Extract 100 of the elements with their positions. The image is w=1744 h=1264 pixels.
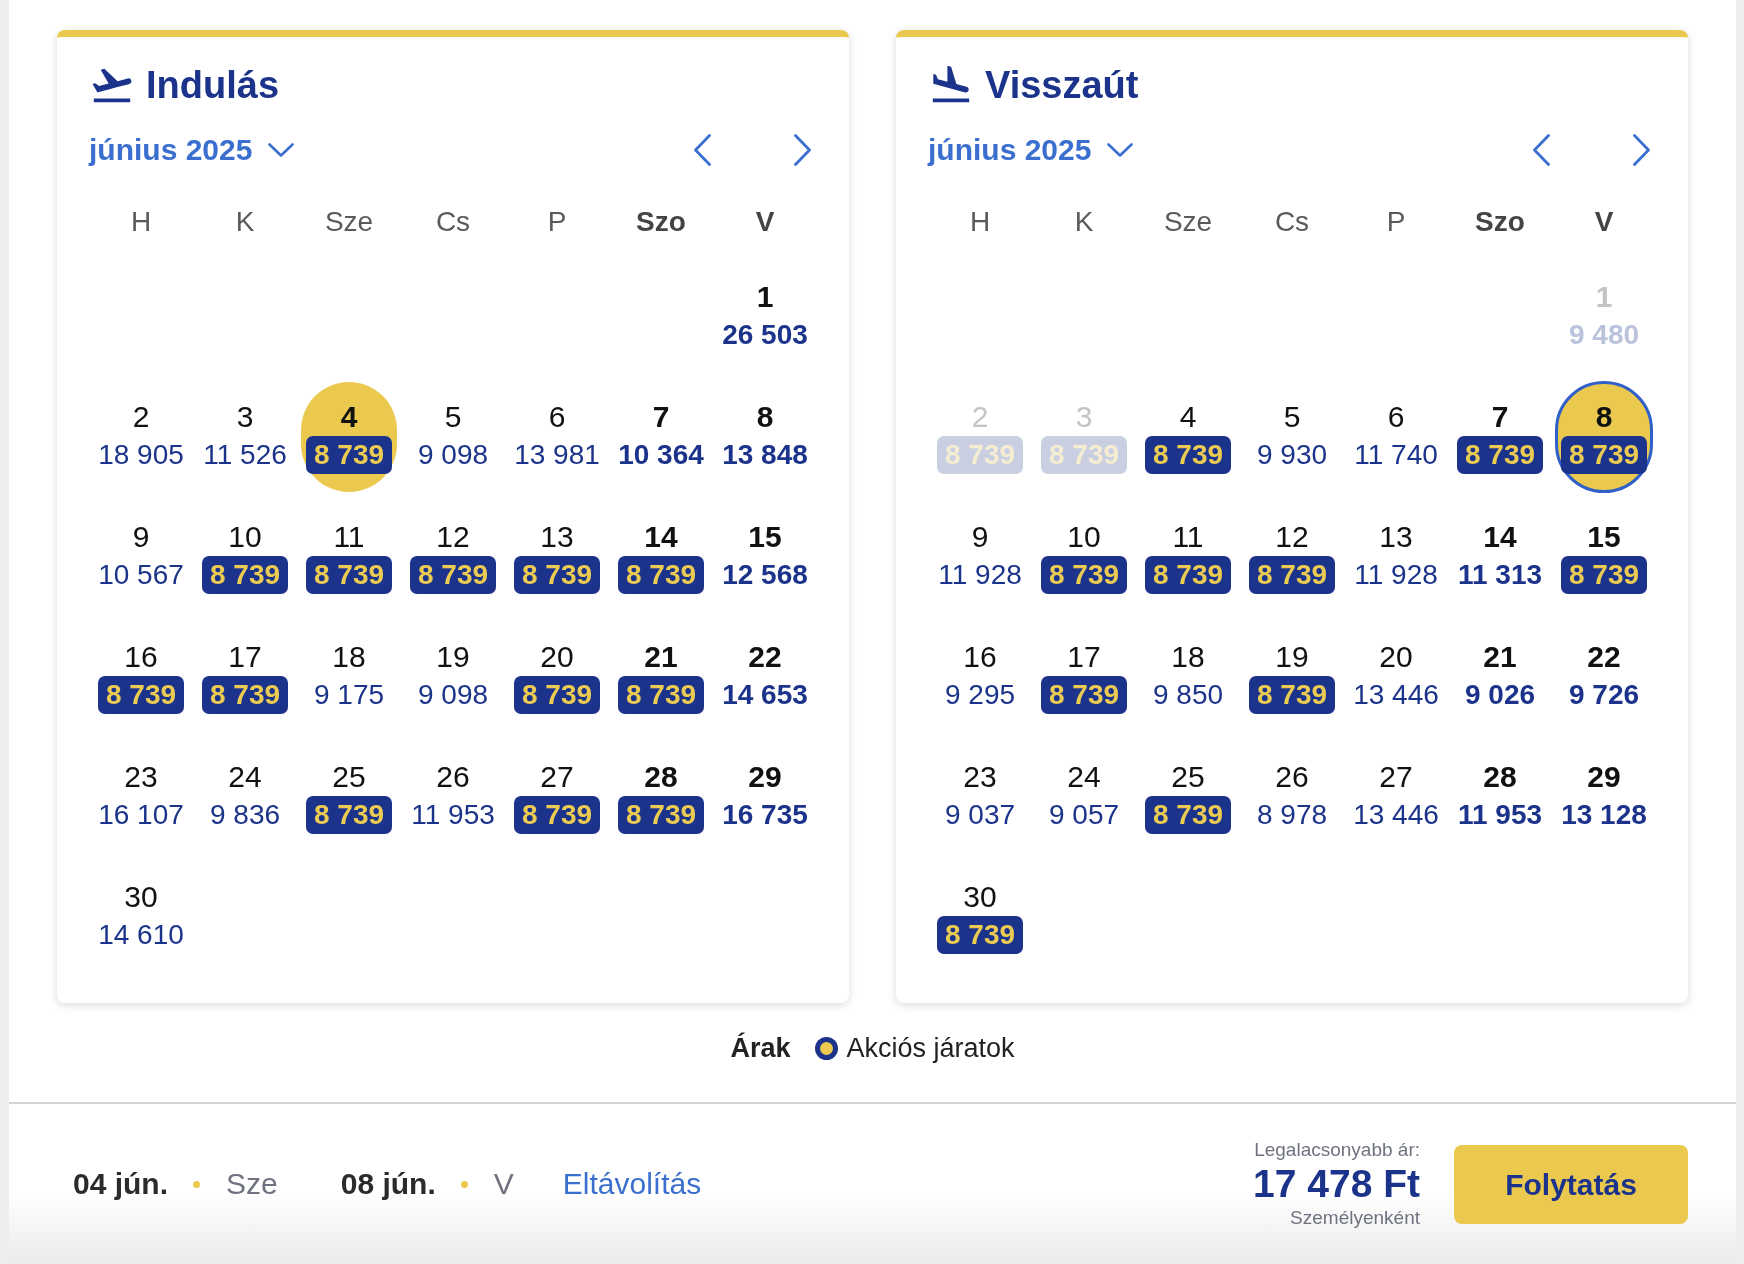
- price-badge: 8 739: [513, 796, 601, 834]
- calendar-day[interactable]: 28 8 739: [617, 759, 705, 835]
- price-badge: 8 739: [617, 796, 705, 834]
- chevron-left-icon: [694, 134, 711, 166]
- calendar-day[interactable]: 22 14 653: [722, 639, 808, 715]
- calendar-day[interactable]: 19 9 098: [417, 639, 489, 715]
- calendar-day[interactable]: 13 8 739: [513, 519, 601, 595]
- calendar-day[interactable]: 11 8 739: [1144, 519, 1232, 595]
- total-price: 17 478 Ft: [1253, 1162, 1420, 1206]
- calendar-day[interactable]: 10 8 739: [1040, 519, 1128, 595]
- calendar-day[interactable]: 15 8 739: [1560, 519, 1648, 595]
- price-badge: 8 739: [513, 556, 601, 594]
- price-badge: 8 739: [936, 916, 1024, 954]
- trip-weekday: V: [493, 1166, 514, 1202]
- calendar-day[interactable]: 30 8 739: [936, 879, 1024, 955]
- calendar-day[interactable]: 20 13 446: [1353, 639, 1439, 715]
- calendar-day[interactable]: 16 8 739: [97, 639, 185, 715]
- calendar-day[interactable]: 3 11 526: [203, 399, 287, 475]
- calendar-day[interactable]: 21 9 026: [1464, 639, 1536, 715]
- calendar-day[interactable]: 28 11 953: [1457, 759, 1543, 835]
- weekday-label: H: [130, 205, 152, 239]
- trip-date: 08 jún.: [340, 1166, 436, 1202]
- remove-link[interactable]: Eltávolítás: [562, 1164, 702, 1204]
- price-note: Személyenként: [1290, 1206, 1420, 1230]
- weekday-label: Cs: [1274, 205, 1310, 239]
- calendar-day[interactable]: 17 8 739: [1040, 639, 1128, 715]
- calendar-day[interactable]: 6 13 981: [514, 399, 600, 475]
- calendar-day[interactable]: 23 16 107: [98, 759, 184, 835]
- continue-button[interactable]: Folytatás: [1454, 1144, 1688, 1224]
- calendar-day[interactable]: 8 13 848: [722, 399, 808, 475]
- calendar-day[interactable]: 8 8 739: [1555, 381, 1653, 493]
- price-badge: 8 739: [201, 556, 289, 594]
- calendar-day[interactable]: 25 8 739: [1144, 759, 1232, 835]
- previous-month-button[interactable]: [1533, 134, 1550, 166]
- weekday-label: Sze: [324, 205, 374, 239]
- previous-month-button[interactable]: [694, 134, 711, 166]
- chevron-right-icon: [1633, 134, 1650, 166]
- price-badge: 8 739: [1456, 436, 1544, 474]
- weekday-label: Szo: [636, 205, 686, 239]
- price-badge: 8 739: [305, 436, 393, 474]
- separator-dot-icon: [460, 1180, 468, 1188]
- calendar-day[interactable]: 7 8 739: [1456, 399, 1544, 475]
- calendar-day[interactable]: 26 11 953: [411, 759, 495, 835]
- calendar-day[interactable]: 9 10 567: [98, 519, 184, 595]
- calendar-day[interactable]: 11 8 739: [305, 519, 393, 595]
- calendar-day[interactable]: 4 8 739: [301, 382, 397, 492]
- calendar-day[interactable]: 27 8 739: [513, 759, 601, 835]
- weekday-label: K: [1074, 205, 1094, 239]
- price-badge: 8 739: [513, 676, 601, 714]
- calendar-day[interactable]: 15 12 568: [722, 519, 808, 595]
- weekday-label: V: [1594, 205, 1614, 239]
- calendar-day[interactable]: 20 8 739: [513, 639, 601, 715]
- chevron-right-icon: [794, 134, 811, 166]
- price-badge: 8 739: [1560, 436, 1648, 474]
- calendar-day[interactable]: 29 16 735: [722, 759, 808, 835]
- calendar-day[interactable]: 14 8 739: [617, 519, 705, 595]
- calendar-day[interactable]: 12 8 739: [1248, 519, 1336, 595]
- weekday-label: P: [1386, 205, 1406, 239]
- calendar-day[interactable]: 18 9 850: [1152, 639, 1224, 715]
- calendar-day[interactable]: 10 8 739: [201, 519, 289, 595]
- price-badge: 8 739: [409, 556, 497, 594]
- calendar-day[interactable]: 16 9 295: [944, 639, 1016, 715]
- price-badge: 8 739: [97, 676, 185, 714]
- calendar-day[interactable]: 14 11 313: [1457, 519, 1543, 595]
- calendar-day[interactable]: 5 9 098: [417, 399, 489, 475]
- calendar-day[interactable]: 25 8 739: [305, 759, 393, 835]
- calendar-day[interactable]: 19 8 739: [1248, 639, 1336, 715]
- calendar-day[interactable]: 24 9 057: [1048, 759, 1120, 835]
- weekday-label: K: [235, 205, 255, 239]
- calendar-day[interactable]: 18 9 175: [313, 639, 385, 715]
- month-dropdown[interactable]: június 2025: [89, 130, 295, 170]
- next-month-button[interactable]: [794, 134, 811, 166]
- price-badge: 8 739: [617, 676, 705, 714]
- weekday-label: H: [969, 205, 991, 239]
- month-dropdown[interactable]: június 2025: [928, 130, 1134, 170]
- calendar-day[interactable]: 23 9 037: [944, 759, 1016, 835]
- next-month-button[interactable]: [1633, 134, 1650, 166]
- calendar-day[interactable]: 17 8 739: [201, 639, 289, 715]
- calendar-day[interactable]: 30 14 610: [98, 879, 184, 955]
- calendar-day[interactable]: 22 9 726: [1568, 639, 1640, 715]
- calendar-day[interactable]: 1 26 503: [722, 279, 808, 355]
- calendar-day[interactable]: 5 9 930: [1256, 399, 1328, 475]
- calendar-day[interactable]: 13 11 928: [1354, 519, 1438, 595]
- calendar-day[interactable]: 4 8 739: [1144, 399, 1232, 475]
- calendar-day[interactable]: 7 10 364: [618, 399, 704, 475]
- calendar-day[interactable]: 21 8 739: [617, 639, 705, 715]
- calendar-day[interactable]: 29 13 128: [1561, 759, 1647, 835]
- calendar-day[interactable]: 9 11 928: [938, 519, 1022, 595]
- calendar-title: Visszaút: [985, 63, 1139, 107]
- calendar-day[interactable]: 27 13 446: [1353, 759, 1439, 835]
- calendar-day[interactable]: 26 8 978: [1256, 759, 1328, 835]
- price-badge: 8 739: [1040, 676, 1128, 714]
- weekday-label: Cs: [435, 205, 471, 239]
- calendar-day[interactable]: 6 11 740: [1354, 399, 1438, 475]
- price-badge: 8 739: [1144, 556, 1232, 594]
- calendar-day[interactable]: 24 9 836: [209, 759, 281, 835]
- trip-date: 04 jún.: [73, 1166, 169, 1202]
- trip-weekday: Sze: [226, 1166, 278, 1202]
- calendar-day[interactable]: 2 18 905: [98, 399, 184, 475]
- calendar-day[interactable]: 12 8 739: [409, 519, 497, 595]
